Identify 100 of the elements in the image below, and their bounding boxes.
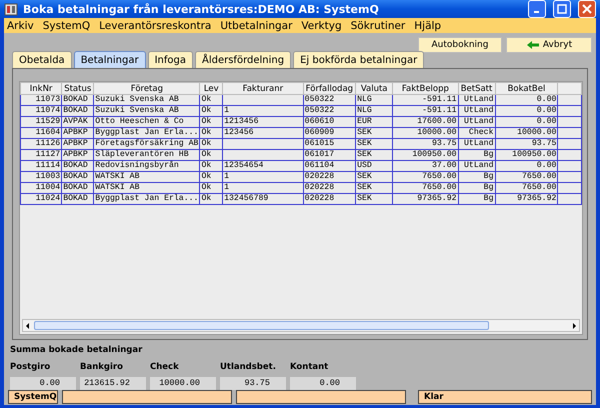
tab[interactable]: Obetalda bbox=[12, 51, 72, 68]
field-label: Kontant bbox=[290, 362, 330, 372]
minimize-button[interactable] bbox=[528, 0, 546, 18]
table-cell: Bg bbox=[458, 194, 495, 204]
toolbar-button[interactable]: Autobokning bbox=[418, 37, 502, 53]
menu-item[interactable]: Sökrutiner bbox=[350, 20, 406, 32]
window-title: Boka betalningar från leverantörsres:DEMO AB: SystemQ bbox=[23, 2, 380, 16]
tab[interactable]: Åldersfördelning bbox=[194, 51, 292, 68]
menu-item[interactable]: Leverantörsreskontra bbox=[99, 20, 212, 32]
table-cell: AVPÄK bbox=[62, 116, 94, 128]
menu-item[interactable]: Hjälp bbox=[414, 20, 442, 32]
table-cell: 11074 bbox=[20, 106, 62, 116]
table-cell: BOKAD bbox=[62, 160, 94, 172]
table-cell: 11114 bbox=[20, 160, 62, 172]
table-cell: 0.00 bbox=[495, 106, 558, 116]
field-label: Utlandsbet. bbox=[220, 362, 277, 372]
tab[interactable]: Ej bokförda betalningar bbox=[293, 51, 424, 68]
table-cell: 123456 bbox=[222, 128, 304, 138]
tab[interactable]: Betalningar bbox=[74, 51, 146, 68]
tab[interactable]: Infoga bbox=[148, 51, 193, 68]
table-cell: BOKAD bbox=[62, 106, 94, 116]
table-cell: BOKAD bbox=[62, 194, 94, 204]
table-cell: Bg bbox=[458, 182, 495, 194]
table-cell: Ok bbox=[200, 138, 223, 150]
maximize-icon bbox=[557, 4, 567, 14]
table-cell: 020228 bbox=[303, 194, 356, 204]
table-cell: APBKP bbox=[62, 138, 94, 150]
total-field: 10000.00 bbox=[150, 377, 216, 390]
table-cell: 050322 bbox=[303, 94, 356, 106]
table-cell: Ok bbox=[200, 172, 223, 182]
table-cell: Bg bbox=[458, 172, 495, 182]
column-header[interactable]: Lev bbox=[200, 82, 223, 94]
column-header[interactable]: Status bbox=[62, 82, 94, 94]
table-cell: 10000.00 bbox=[495, 128, 558, 138]
table-cell: Suzuki Svenska AB bbox=[94, 94, 200, 106]
table-cell: SEK bbox=[356, 150, 393, 160]
scrollbar[interactable] bbox=[22, 319, 580, 332]
menu-item[interactable]: SystemQ bbox=[42, 20, 90, 32]
menu-item[interactable]: Verktyg bbox=[301, 20, 342, 32]
total-field: 0.00 bbox=[10, 377, 76, 390]
table-cell: 93.75 bbox=[392, 138, 458, 150]
table-cell: 11604 bbox=[20, 128, 62, 138]
column-header[interactable]: Företag bbox=[94, 82, 200, 94]
column-header[interactable]: BokatBel bbox=[495, 82, 558, 94]
column-header[interactable]: BetSatt bbox=[458, 82, 495, 94]
table-cell: 11127 bbox=[20, 150, 62, 160]
table-cell: Släpleverantören HB bbox=[94, 150, 200, 160]
status-panel: Klar bbox=[418, 390, 592, 404]
total-field: 0.00 bbox=[290, 377, 356, 390]
table-cell: 11073 bbox=[20, 94, 62, 106]
table-cell: Ok bbox=[200, 128, 223, 138]
table-cell: 1 bbox=[222, 182, 304, 194]
table-cell: 050322 bbox=[303, 106, 356, 116]
field-label: Bankgiro bbox=[80, 362, 124, 372]
table-cell: 12354654 bbox=[222, 160, 304, 172]
summary-title: Summa bokade betalningar bbox=[10, 345, 144, 355]
table-cell: Check bbox=[458, 128, 495, 138]
arrow-icon bbox=[526, 40, 540, 50]
status-panel: SystemQ bbox=[8, 390, 58, 404]
table-cell: UtLand bbox=[458, 138, 495, 150]
table-cell: 1 bbox=[222, 106, 304, 116]
table-cell: 020228 bbox=[303, 172, 356, 182]
table-cell: 7650.00 bbox=[392, 182, 458, 194]
table-cell: 1 bbox=[222, 172, 304, 182]
table-cell: -591.11 bbox=[392, 94, 458, 106]
table-cell: Ok bbox=[200, 150, 223, 160]
table-cell: WATSKI AB bbox=[94, 172, 200, 182]
column-header[interactable]: Valuta bbox=[356, 82, 393, 94]
column-header[interactable]: Förfallodag bbox=[303, 82, 356, 94]
menu-item[interactable]: Utbetalningar bbox=[220, 20, 292, 32]
menu-item[interactable]: Arkiv bbox=[7, 20, 34, 32]
table-cell: Ok bbox=[200, 160, 223, 172]
column-header[interactable]: Fakturanr bbox=[222, 82, 304, 94]
table-cell: 100950.00 bbox=[495, 150, 558, 160]
maximize-button[interactable] bbox=[553, 0, 571, 18]
table-cell: Byggplast Jan Erla... bbox=[94, 128, 200, 138]
table-cell: 0.00 bbox=[495, 116, 558, 128]
table-cell: Otto Heeschen & Co bbox=[94, 116, 200, 128]
table-cell: 37.00 bbox=[392, 160, 458, 172]
table-cell: -591.11 bbox=[392, 106, 458, 116]
column-header[interactable]: FaktBelopp bbox=[392, 82, 458, 94]
table-cell: 7650.00 bbox=[392, 172, 458, 182]
table-cell: 97365.92 bbox=[495, 194, 558, 204]
table-cell: Suzuki Svenska AB bbox=[94, 106, 200, 116]
table-cell: APBKP bbox=[62, 150, 94, 160]
app-icon bbox=[4, 2, 18, 16]
table-cell: SEK bbox=[356, 128, 393, 138]
table-cell: 061015 bbox=[303, 138, 356, 150]
column-header[interactable]: InkNr bbox=[20, 82, 62, 94]
table-cell: 11126 bbox=[20, 138, 62, 150]
cancel-button[interactable]: Avbryt bbox=[506, 37, 592, 53]
table-cell: 060909 bbox=[303, 128, 356, 138]
table-cell: Bg bbox=[458, 150, 495, 160]
table-cell: UtLand bbox=[458, 94, 495, 106]
close-button[interactable] bbox=[578, 0, 596, 18]
table-cell: 061017 bbox=[303, 150, 356, 160]
table-cell: UtLand bbox=[458, 106, 495, 116]
table-cell: 10000.00 bbox=[392, 128, 458, 138]
table-cell: 100950.00 bbox=[392, 150, 458, 160]
field-label: Check bbox=[150, 362, 180, 372]
